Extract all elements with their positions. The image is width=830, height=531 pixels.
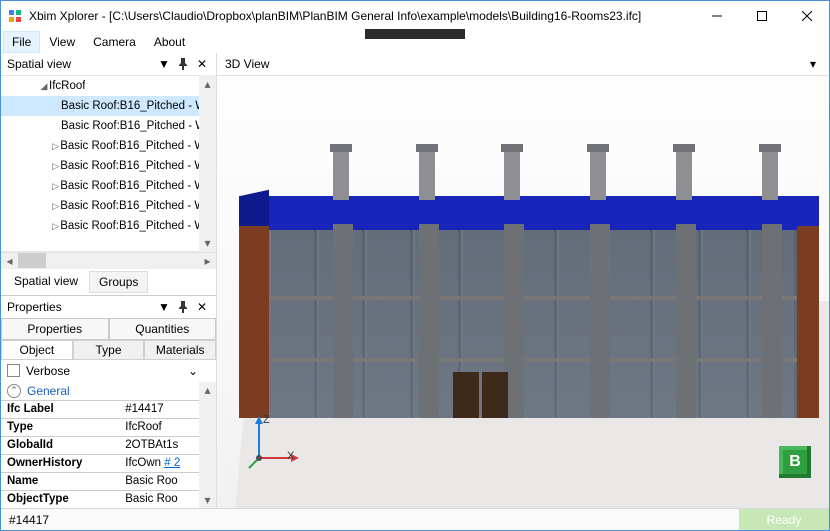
close-panel-icon[interactable]: ✕ xyxy=(194,56,210,72)
app-logo-icon xyxy=(7,8,23,24)
scroll-left-icon[interactable]: ◂ xyxy=(1,252,18,269)
vertical-scrollbar[interactable]: ▴ ▾ xyxy=(199,75,216,252)
tree-item[interactable]: ▷Basic Roof:B16_Pitched - Wa xyxy=(1,196,199,216)
minimize-button[interactable] xyxy=(694,1,739,31)
status-ready: Ready xyxy=(739,509,829,530)
owner-history-link[interactable]: # 2 xyxy=(164,457,180,469)
tab-object[interactable]: Object xyxy=(1,340,73,360)
dropdown-icon[interactable]: ▼ xyxy=(156,299,172,315)
status-bar: #14417 Ready xyxy=(1,508,829,530)
scroll-thumb[interactable] xyxy=(18,253,46,268)
tree-root[interactable]: ◢ IfcRoof xyxy=(1,76,199,96)
pin-icon[interactable] xyxy=(175,56,191,72)
wall xyxy=(797,226,819,418)
table-row[interactable]: TypeIfcRoof xyxy=(1,418,216,436)
collapse-group-icon[interactable]: ⌃ xyxy=(7,384,21,398)
properties-panel: Properties ▼ ✕ Properties Quantities Obj… xyxy=(1,295,216,509)
expand-icon[interactable]: ▷ xyxy=(51,201,60,212)
wall xyxy=(239,226,269,418)
expand-icon[interactable]: ▷ xyxy=(51,221,60,232)
spatial-view-header: Spatial view ▼ ✕ xyxy=(1,53,216,75)
view-title: 3D View xyxy=(225,57,269,71)
quantities-button[interactable]: Quantities xyxy=(109,318,217,340)
tree-item[interactable]: ▷Basic Roof:B16_Pitched - Wa xyxy=(1,136,199,156)
horizontal-scrollbar[interactable]: ◂ ▸ xyxy=(1,252,216,269)
collapse-icon[interactable]: ◢ xyxy=(39,81,49,92)
view-cube[interactable]: B xyxy=(779,446,811,478)
menu-camera[interactable]: Camera xyxy=(84,31,145,53)
table-row[interactable]: NameBasic Roo xyxy=(1,472,216,490)
dropdown-icon[interactable]: ▼ xyxy=(156,56,172,72)
3d-viewport[interactable]: X Z B xyxy=(217,76,829,508)
view-header: 3D View ▾ xyxy=(217,53,829,76)
properties-button[interactable]: Properties xyxy=(1,318,109,340)
building-model[interactable] xyxy=(247,196,819,418)
close-panel-icon[interactable]: ✕ xyxy=(194,299,210,315)
menu-view[interactable]: View xyxy=(40,31,84,53)
axis-x-label: X xyxy=(287,450,294,462)
properties-title: Properties xyxy=(7,300,153,314)
table-row[interactable]: OwnerHistoryIfcOwn # 2 xyxy=(1,454,216,472)
table-row[interactable]: GlobalId2OTBAt1s xyxy=(1,436,216,454)
menu-about[interactable]: About xyxy=(145,31,194,53)
axes-gizmo[interactable]: X Z xyxy=(245,412,305,472)
group-title: General xyxy=(27,384,70,398)
scroll-up-icon[interactable]: ▴ xyxy=(204,75,210,92)
menu-bar: File View Camera About xyxy=(1,31,829,53)
group-header[interactable]: ⌃ General xyxy=(1,382,216,400)
expand-icon[interactable]: ▷ xyxy=(51,181,60,192)
view-menu-icon[interactable]: ▾ xyxy=(805,56,821,72)
tab-type[interactable]: Type xyxy=(73,340,145,360)
table-row[interactable]: ObjectTypeBasic Roo xyxy=(1,490,216,508)
menu-file[interactable]: File xyxy=(3,31,40,53)
scroll-up-icon[interactable]: ▴ xyxy=(204,382,210,399)
tab-spatial-view[interactable]: Spatial view xyxy=(5,271,87,293)
close-button[interactable] xyxy=(784,1,829,31)
spatial-tabs: Spatial view Groups xyxy=(1,269,216,295)
main-area: 3D View ▾ xyxy=(217,53,829,508)
tree-item[interactable]: Basic Roof:B16_Pitched - Wa xyxy=(1,96,199,116)
left-sidebar: Spatial view ▼ ✕ ◢ IfcRoof Basic Roof:B1… xyxy=(1,53,217,508)
expand-icon[interactable]: ▷ xyxy=(51,161,60,172)
tree-item[interactable]: ▷Basic Roof:B16_Pitched - Wa xyxy=(1,216,199,236)
scroll-down-icon[interactable]: ▾ xyxy=(204,491,210,508)
status-label: #14417 xyxy=(9,513,49,527)
scroll-down-icon[interactable]: ▾ xyxy=(204,235,210,252)
verbose-checkbox[interactable] xyxy=(7,364,20,377)
verbose-label: Verbose xyxy=(26,364,70,378)
tree-item[interactable]: ▷Basic Roof:B16_Pitched - Wa xyxy=(1,176,199,196)
title-bar: Xbim Xplorer - [C:\Users\Claudio\Dropbox… xyxy=(1,1,829,31)
tab-groups[interactable]: Groups xyxy=(89,271,148,293)
expand-icon[interactable]: ▷ xyxy=(51,141,60,152)
tree-item[interactable]: Basic Roof:B16_Pitched - Wa xyxy=(1,116,199,136)
tree-item[interactable]: ▷Basic Roof:B16_Pitched - Wa xyxy=(1,156,199,176)
window-title: Xbim Xplorer - [C:\Users\Claudio\Dropbox… xyxy=(29,9,694,23)
spatial-view-title: Spatial view xyxy=(7,57,153,71)
table-row[interactable]: Ifc Label#14417 xyxy=(1,400,216,418)
properties-table: Ifc Label#14417 TypeIfcRoof GlobalId2OTB… xyxy=(1,400,216,509)
chevron-down-icon[interactable]: ⌄ xyxy=(188,364,198,378)
pin-icon[interactable] xyxy=(175,299,191,315)
scroll-right-icon[interactable]: ▸ xyxy=(199,252,216,269)
properties-header: Properties ▼ ✕ xyxy=(1,296,216,318)
maximize-button[interactable] xyxy=(739,1,784,31)
tab-materials[interactable]: Materials xyxy=(144,340,216,360)
vertical-scrollbar[interactable]: ▴ ▾ xyxy=(199,382,216,509)
toolbar-stub xyxy=(365,29,465,39)
spatial-tree[interactable]: ◢ IfcRoof Basic Roof:B16_Pitched - Wa Ba… xyxy=(1,75,216,252)
axis-z-label: Z xyxy=(263,414,270,426)
